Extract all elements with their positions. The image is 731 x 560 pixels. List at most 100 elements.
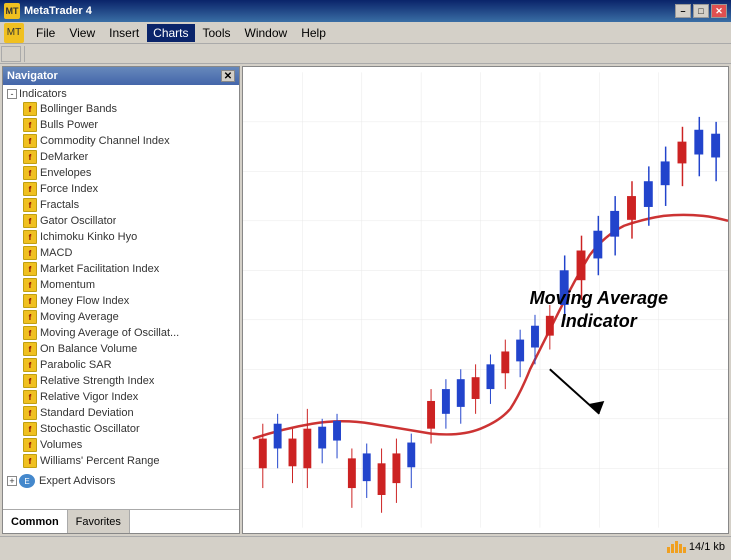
list-item[interactable]: f Market Facilitation Index bbox=[3, 261, 239, 277]
list-item[interactable]: f Momentum bbox=[3, 277, 239, 293]
item-label: Envelopes bbox=[40, 167, 91, 179]
navigator-tabs: Common Favorites bbox=[3, 509, 239, 533]
indicator-icon: f bbox=[23, 390, 37, 404]
indicator-icon: f bbox=[23, 150, 37, 164]
list-item[interactable]: f On Balance Volume bbox=[3, 341, 239, 357]
menu-app-icon: MT bbox=[4, 23, 24, 43]
item-label: Commodity Channel Index bbox=[40, 135, 170, 147]
item-label: DeMarker bbox=[40, 151, 88, 163]
indicator-icon: f bbox=[23, 374, 37, 388]
indicators-section: - Indicators f Bollinger Bands f Bulls P… bbox=[3, 85, 239, 491]
list-item[interactable]: f Williams' Percent Range bbox=[3, 453, 239, 469]
list-item[interactable]: f MACD bbox=[3, 245, 239, 261]
menu-help[interactable]: Help bbox=[295, 24, 332, 42]
indicator-icon: f bbox=[23, 278, 37, 292]
list-item[interactable]: f Force Index bbox=[3, 181, 239, 197]
list-item[interactable]: f Commodity Channel Index bbox=[3, 133, 239, 149]
app-icon: MT bbox=[4, 3, 20, 19]
item-label: Force Index bbox=[40, 183, 98, 195]
menu-view[interactable]: View bbox=[63, 24, 101, 42]
indicators-section-header[interactable]: - Indicators bbox=[3, 87, 239, 101]
menu-insert[interactable]: Insert bbox=[103, 24, 145, 42]
list-item[interactable]: f Ichimoku Kinko Hyo bbox=[3, 229, 239, 245]
list-item[interactable]: f DeMarker bbox=[3, 149, 239, 165]
status-bar: 14/1 kb bbox=[0, 536, 731, 556]
list-item[interactable]: f Moving Average bbox=[3, 309, 239, 325]
item-label: Standard Deviation bbox=[40, 407, 134, 419]
section-label: Indicators bbox=[19, 88, 67, 100]
window-controls: – □ ✕ bbox=[675, 4, 727, 18]
expert-advisors-label: Expert Advisors bbox=[39, 475, 115, 487]
item-label: Ichimoku Kinko Hyo bbox=[40, 231, 137, 243]
indicator-icon: f bbox=[23, 214, 37, 228]
list-item[interactable]: f Bulls Power bbox=[3, 117, 239, 133]
indicator-icon: f bbox=[23, 262, 37, 276]
indicator-icon: f bbox=[23, 134, 37, 148]
item-label: Bollinger Bands bbox=[40, 103, 117, 115]
navigator-tree[interactable]: - Indicators f Bollinger Bands f Bulls P… bbox=[3, 85, 239, 509]
indicator-icon: f bbox=[23, 422, 37, 436]
status-text: 14/1 kb bbox=[689, 541, 725, 553]
item-label: Bulls Power bbox=[40, 119, 98, 131]
chart-area: Moving Average Indicator bbox=[242, 66, 729, 534]
indicator-icon: f bbox=[23, 438, 37, 452]
minimize-button[interactable]: – bbox=[675, 4, 691, 18]
close-button[interactable]: ✕ bbox=[711, 4, 727, 18]
title-bar: MT MetaTrader 4 – □ ✕ bbox=[0, 0, 731, 22]
navigator-title: Navigator bbox=[7, 70, 58, 82]
item-label: Relative Vigor Index bbox=[40, 391, 138, 403]
item-label: Moving Average of Oscillat... bbox=[40, 327, 179, 339]
indicator-icon: f bbox=[23, 454, 37, 468]
list-item[interactable]: f Gator Oscillator bbox=[3, 213, 239, 229]
list-item[interactable]: f Bollinger Bands bbox=[3, 101, 239, 117]
indicator-icon: f bbox=[23, 358, 37, 372]
maximize-button[interactable]: □ bbox=[693, 4, 709, 18]
indicator-icon: f bbox=[23, 102, 37, 116]
item-label: Stochastic Oscillator bbox=[40, 423, 140, 435]
bar-col-2 bbox=[671, 544, 674, 553]
menu-window[interactable]: Window bbox=[239, 24, 294, 42]
navigator-panel: Navigator ✕ - Indicators f Bollinger Ban… bbox=[2, 66, 240, 534]
indicator-icon: f bbox=[23, 406, 37, 420]
list-item[interactable]: f Stochastic Oscillator bbox=[3, 421, 239, 437]
list-item[interactable]: f Envelopes bbox=[3, 165, 239, 181]
folder-icon: E bbox=[19, 474, 35, 488]
list-item[interactable]: f Fractals bbox=[3, 197, 239, 213]
list-item[interactable]: f Moving Average of Oscillat... bbox=[3, 325, 239, 341]
item-label: Volumes bbox=[40, 439, 82, 451]
tab-favorites[interactable]: Favorites bbox=[68, 510, 130, 533]
toolbar-placeholder bbox=[1, 46, 21, 62]
indicator-icon: f bbox=[23, 294, 37, 308]
item-label: Fractals bbox=[40, 199, 79, 211]
item-label: Market Facilitation Index bbox=[40, 263, 159, 275]
chart-annotation: Moving Average Indicator bbox=[530, 287, 668, 334]
item-label: Gator Oscillator bbox=[40, 215, 116, 227]
indicator-icon: f bbox=[23, 198, 37, 212]
item-label: Williams' Percent Range bbox=[40, 455, 159, 467]
item-label: MACD bbox=[40, 247, 72, 259]
expand-icon: - bbox=[7, 89, 17, 99]
menu-charts[interactable]: Charts bbox=[147, 24, 194, 42]
list-item[interactable]: f Money Flow Index bbox=[3, 293, 239, 309]
list-item[interactable]: f Standard Deviation bbox=[3, 405, 239, 421]
list-item[interactable]: f Relative Strength Index bbox=[3, 373, 239, 389]
bar-col-3 bbox=[675, 541, 678, 553]
menu-file[interactable]: File bbox=[30, 24, 61, 42]
item-label: On Balance Volume bbox=[40, 343, 137, 355]
menu-tools[interactable]: Tools bbox=[197, 24, 237, 42]
tab-common[interactable]: Common bbox=[3, 510, 68, 533]
bar-col-5 bbox=[683, 547, 686, 553]
navigator-close-button[interactable]: ✕ bbox=[221, 70, 235, 82]
expand-icon: + bbox=[7, 476, 17, 486]
menu-bar: MT File View Insert Charts Tools Window … bbox=[0, 22, 731, 44]
list-item[interactable]: f Volumes bbox=[3, 437, 239, 453]
item-label: Parabolic SAR bbox=[40, 359, 112, 371]
indicator-icon: f bbox=[23, 246, 37, 260]
annotation-line2: Indicator bbox=[530, 310, 668, 333]
indicator-icon: f bbox=[23, 230, 37, 244]
main-content: Navigator ✕ - Indicators f Bollinger Ban… bbox=[0, 64, 731, 536]
item-label: Momentum bbox=[40, 279, 95, 291]
list-item[interactable]: f Parabolic SAR bbox=[3, 357, 239, 373]
list-item[interactable]: f Relative Vigor Index bbox=[3, 389, 239, 405]
expert-advisors-header[interactable]: + E Expert Advisors bbox=[3, 473, 239, 489]
